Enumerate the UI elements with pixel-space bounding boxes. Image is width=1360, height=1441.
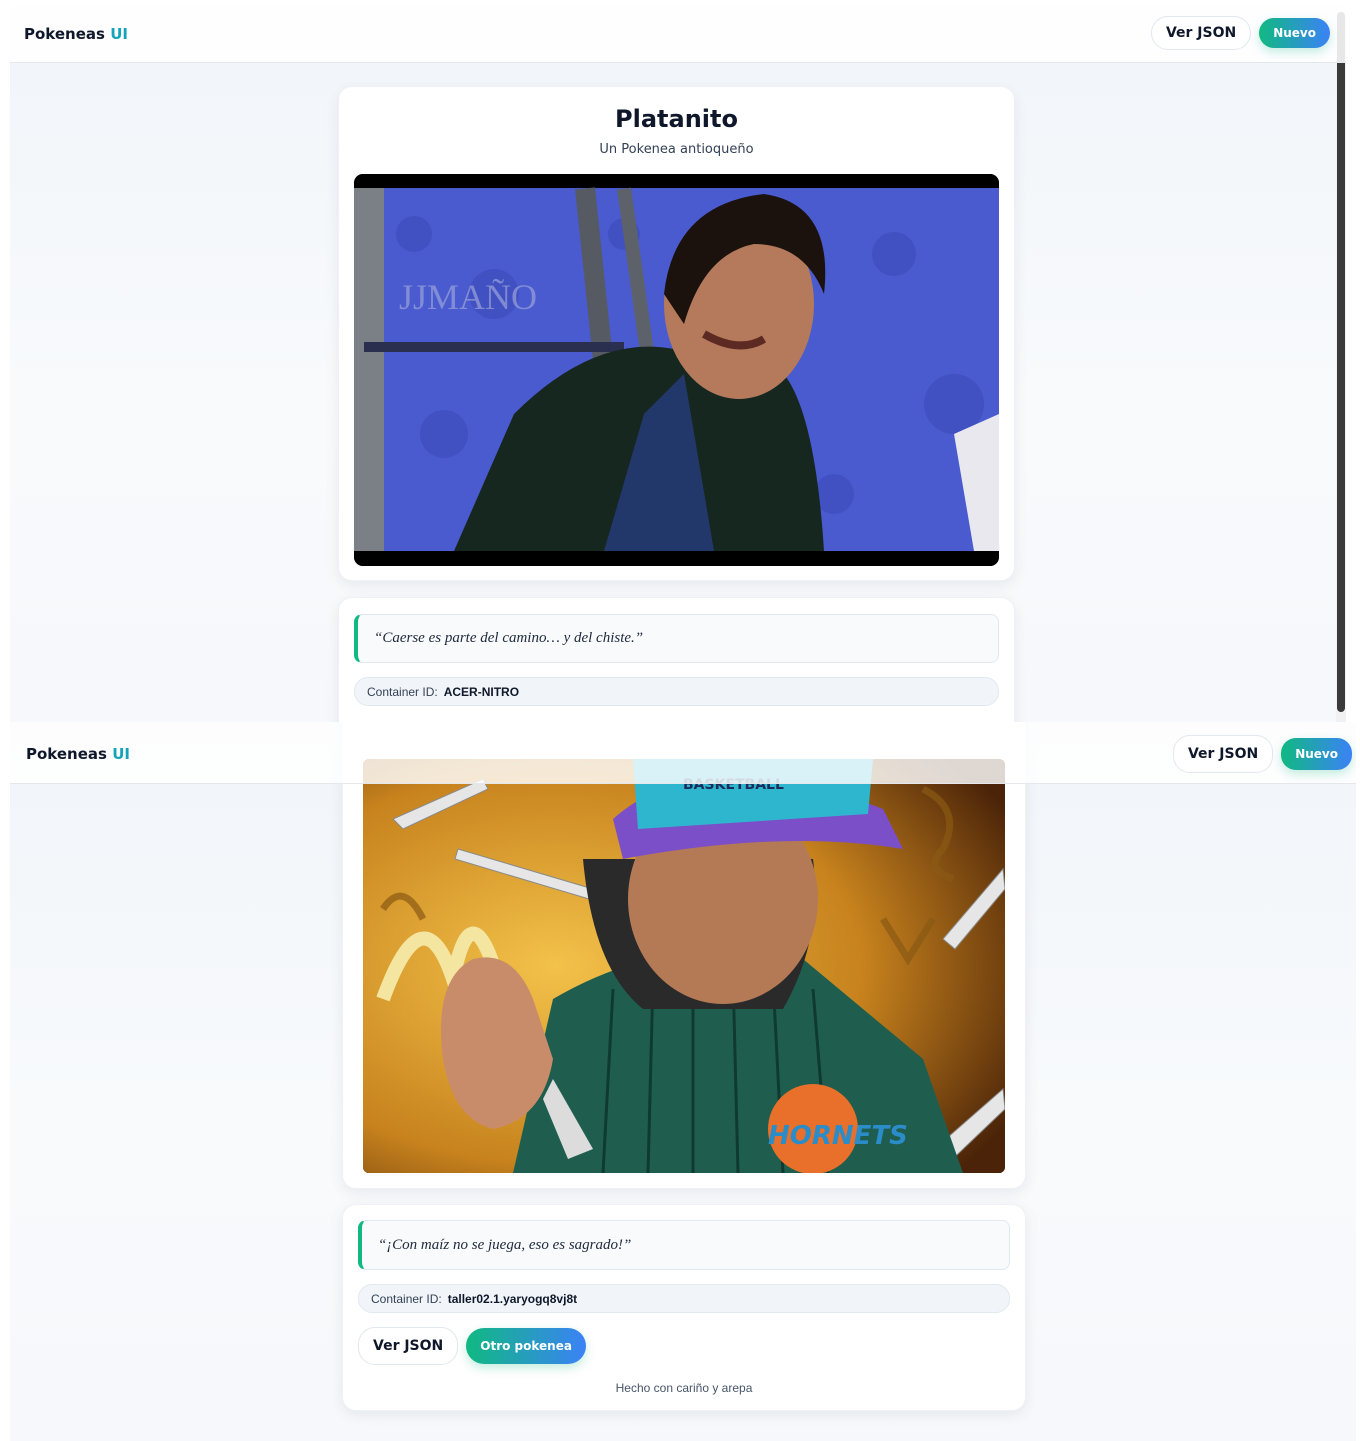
nav-view-json-button[interactable]: Ver JSON <box>1150 16 1252 50</box>
pokenea-card: Platanito Un Pokenea antioqueño JJMAÑO <box>338 86 1015 581</box>
screen-bottom: BASKETBALL HORNETS Pokeneas UI Ver JSON … <box>10 722 1356 1441</box>
container-id-value: taller02.1.yaryogq8vj8t <box>447 1291 578 1306</box>
pokenea-photo: JJMAÑO <box>354 174 999 566</box>
footer-text: Hecho con cariño y arepa <box>615 1381 753 1395</box>
pokenea-photo-image: BASKETBALL HORNETS <box>363 759 1005 1173</box>
quote-card: “Caerse es parte del camino… y del chist… <box>338 597 1015 722</box>
pokenea-name: Platanito <box>615 105 738 133</box>
top-navbar: Pokeneas UI Ver JSON Nuevo <box>10 6 1346 63</box>
pokenea-subtitle: Un Pokenea antioqueño <box>599 142 754 157</box>
photo-watermark: JJMAÑO <box>399 277 537 317</box>
scrollbar-track[interactable] <box>1336 6 1346 722</box>
screen-top: Pokeneas UI Ver JSON Nuevo Platanito Un … <box>10 6 1346 722</box>
nav-new-button[interactable]: Nuevo <box>1259 18 1330 48</box>
container-id-value: ACER-NITRO <box>443 684 520 699</box>
container-id-pill: Container ID: taller02.1.yaryogq8vj8t <box>358 1284 1010 1313</box>
container-id-pill: Container ID: ACER-NITRO <box>354 677 999 706</box>
brand-accent: UI <box>110 25 128 43</box>
pokenea-card: BASKETBALL HORNETS <box>342 722 1026 1189</box>
brand-logo[interactable]: Pokeneas UI <box>26 745 130 763</box>
brand-accent: UI <box>112 745 130 763</box>
quote-card: “¡Con maíz no se juega, eso es sagrado!”… <box>342 1204 1026 1411</box>
scrollbar-thumb[interactable] <box>1337 12 1345 712</box>
top-navbar: Pokeneas UI Ver JSON Nuevo <box>10 722 1356 784</box>
other-pokenea-button[interactable]: Otro pokenea <box>466 1328 586 1364</box>
photo-jacket-text: HORNETS <box>768 1121 908 1151</box>
pokenea-photo-image: JJMAÑO <box>354 174 999 566</box>
brand-name: Pokeneas <box>24 25 105 43</box>
pokenea-quote: “Caerse es parte del camino… y del chist… <box>354 614 999 663</box>
brand-logo[interactable]: Pokeneas UI <box>24 25 128 43</box>
nav-new-button[interactable]: Nuevo <box>1281 738 1352 770</box>
brand-name: Pokeneas <box>26 745 107 763</box>
container-id-label: Container ID: <box>371 1291 442 1306</box>
nav-view-json-button[interactable]: Ver JSON <box>1172 735 1274 773</box>
pokenea-photo: BASKETBALL HORNETS <box>363 759 1005 1173</box>
pokenea-quote: “¡Con maíz no se juega, eso es sagrado!” <box>358 1220 1010 1270</box>
container-id-label: Container ID: <box>367 684 438 699</box>
view-json-button[interactable]: Ver JSON <box>358 1327 459 1365</box>
